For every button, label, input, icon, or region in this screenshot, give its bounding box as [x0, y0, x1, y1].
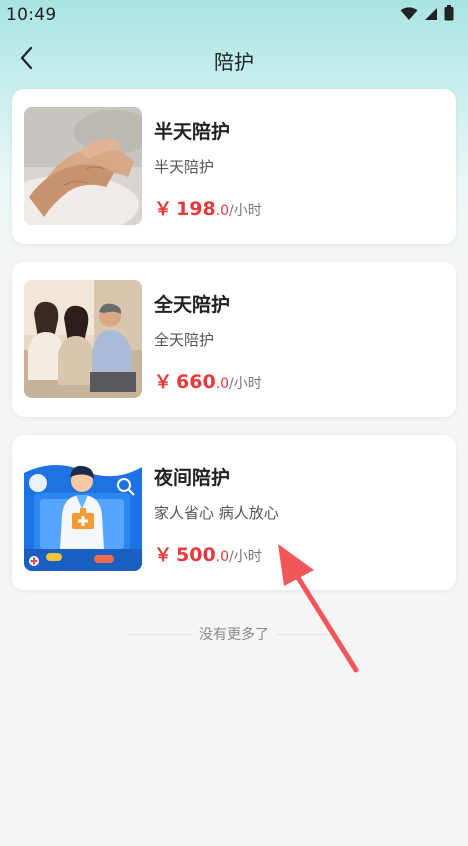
back-button[interactable] [10, 44, 42, 76]
price-decimal: .0 [215, 549, 230, 565]
battery-icon [444, 5, 454, 25]
price-unit: /小时 [229, 203, 262, 219]
no-more-text: 没有更多了 [199, 627, 269, 643]
wifi-icon [400, 6, 418, 25]
service-description: 半天陪护 [154, 158, 215, 176]
price-unit: /小时 [229, 549, 262, 565]
status-bar: 10:49 [0, 0, 468, 30]
status-time: 10:49 [6, 5, 57, 25]
annotation-arrow-icon [278, 544, 359, 673]
end-of-list: 没有更多了 [0, 622, 468, 646]
service-title: 全天陪护 [154, 294, 231, 316]
price-decimal: .0 [215, 376, 230, 392]
price-currency: ￥ [154, 372, 172, 393]
price-currency: ￥ [154, 199, 172, 220]
status-icons [400, 5, 454, 25]
service-list: 半天陪护 半天陪护 ￥ 198 .0 /小时 全天陪护 全天陪护 ￥ 660 .… [12, 89, 456, 608]
service-card-half-day[interactable]: 半天陪护 半天陪护 ￥ 198 .0 /小时 [12, 89, 456, 244]
price-integer: 198 [176, 198, 216, 220]
service-image-doctor [24, 453, 142, 571]
service-description: 全天陪护 [154, 331, 215, 349]
signal-icon [424, 6, 438, 25]
service-price: ￥ 500 .0 /小时 [154, 541, 262, 567]
price-integer: 660 [176, 371, 216, 393]
service-price: ￥ 660 .0 /小时 [154, 368, 262, 394]
service-title: 半天陪护 [154, 121, 231, 143]
price-integer: 500 [176, 544, 216, 566]
service-description: 家人省心 病人放心 [154, 504, 279, 522]
price-decimal: .0 [215, 203, 230, 219]
service-title: 夜间陪护 [154, 467, 231, 489]
page-title: 陪护 [214, 49, 254, 74]
price-currency: ￥ [154, 545, 172, 566]
service-image-hands [24, 107, 142, 225]
price-unit: /小时 [229, 376, 262, 392]
nav-bar: 陪护 [0, 38, 468, 82]
divider-left [127, 633, 191, 635]
service-image-family [24, 280, 142, 398]
service-card-night[interactable]: 夜间陪护 家人省心 病人放心 ￥ 500 .0 /小时 [12, 435, 456, 590]
service-price: ￥ 198 .0 /小时 [154, 195, 262, 221]
service-card-full-day[interactable]: 全天陪护 全天陪护 ￥ 660 .0 /小时 [12, 262, 456, 417]
chevron-left-icon [19, 46, 33, 74]
